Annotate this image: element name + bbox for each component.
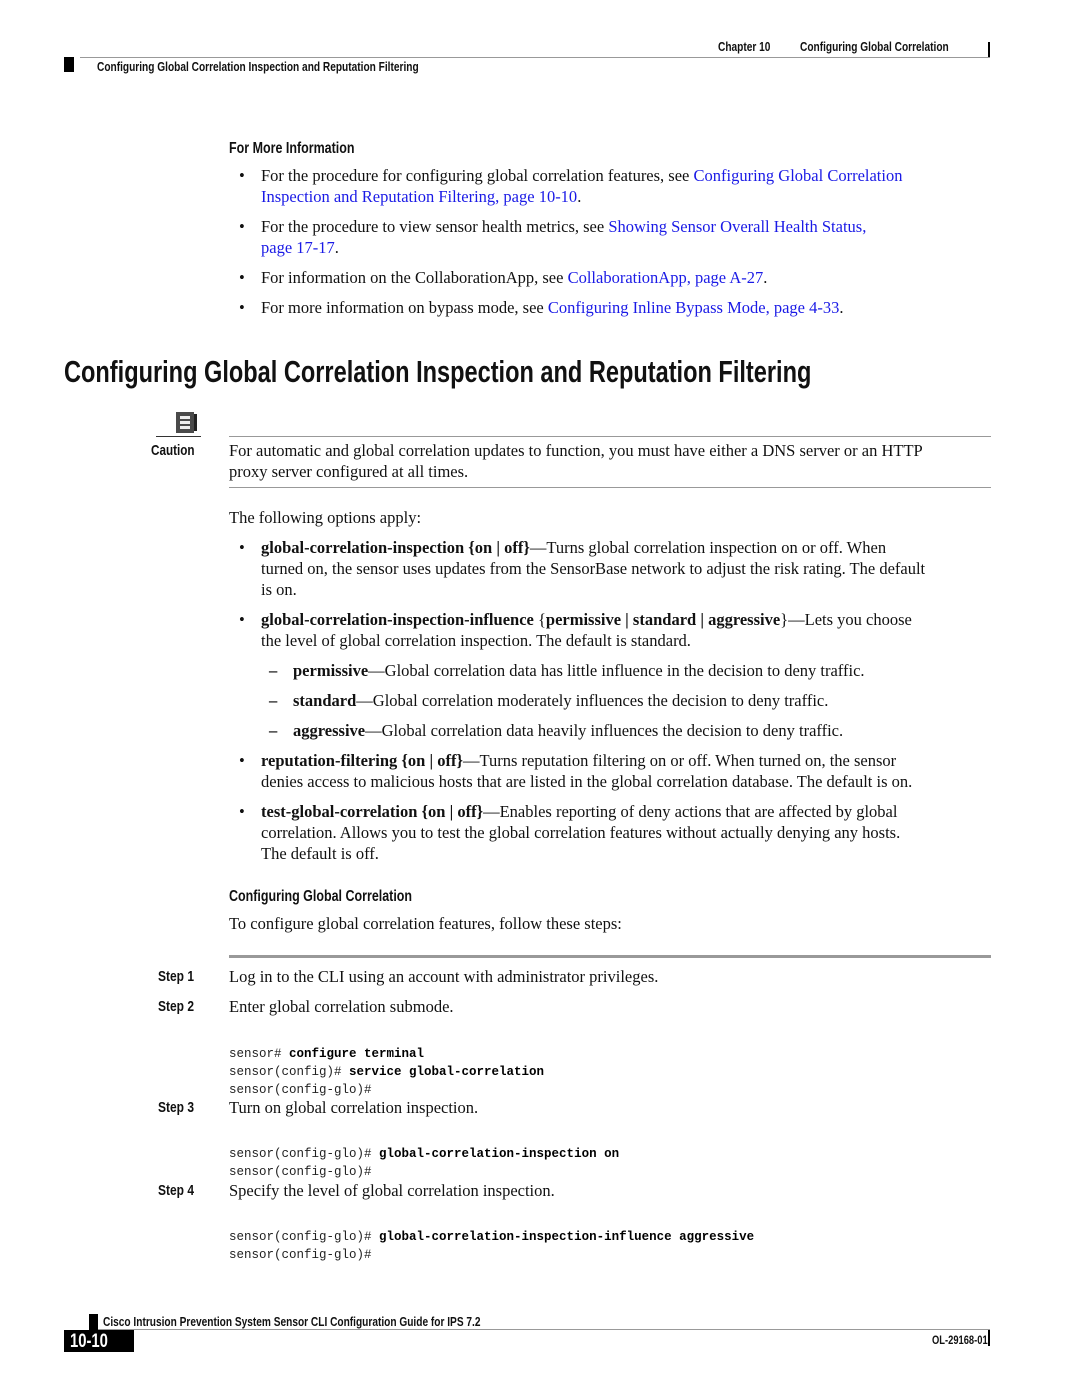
option-command: reputation-filtering {on | off}	[261, 751, 463, 770]
bullet-icon: •	[239, 217, 245, 236]
dash-icon: –	[269, 661, 278, 680]
footer-doc-id: OL-29168-01	[932, 1333, 988, 1347]
link-sensor-health-status-cont[interactable]: page 17-17	[261, 238, 335, 257]
code-line: sensor# configure terminal	[229, 1047, 425, 1061]
bullet-icon: •	[239, 298, 245, 317]
link-inline-bypass-mode[interactable]: Configuring Inline Bypass Mode, page 4-3…	[548, 298, 839, 317]
option-command: test-global-correlation {on | off}	[261, 802, 484, 821]
code-block: sensor(config-glo)# global-correlation-i…	[229, 1210, 754, 1264]
option-sub-item: – permissive—Global correlation data has…	[269, 661, 865, 680]
link-collaborationapp[interactable]: CollaborationApp, page A-27	[568, 268, 764, 287]
more-info-item: • For more information on bypass mode, s…	[239, 298, 844, 317]
more-info-item: • For information on the CollaborationAp…	[239, 268, 768, 287]
step-text: Turn on global correlation inspection.	[229, 1098, 479, 1117]
procedure-intro: To configure global correlation features…	[229, 914, 622, 933]
step-label: Step 1	[158, 968, 195, 985]
link-configuring-global-correlation-cont[interactable]: Inspection and Reputation Filtering, pag…	[261, 187, 577, 206]
option-item: • global-correlation-inspection {on | of…	[239, 538, 926, 599]
code-line: sensor(config-glo)# global-correlation-i…	[229, 1147, 620, 1161]
bullet-icon: •	[239, 538, 245, 557]
caution-text: For automatic and global correlation upd…	[229, 441, 923, 481]
step-text: Log in to the CLI using an account with …	[229, 967, 659, 986]
bullet-icon: •	[239, 268, 245, 287]
step-label: Step 2	[158, 998, 195, 1015]
section-running-title: Configuring Global Correlation Inspectio…	[97, 59, 419, 74]
header-rule-mark	[988, 42, 990, 58]
dash-icon: –	[269, 691, 278, 710]
option-command: global-correlation-inspection-influence	[261, 610, 534, 629]
option-item: • global-correlation-inspection-influenc…	[239, 610, 912, 650]
more-info-item: • For the procedure for configuring glob…	[239, 166, 903, 206]
step-label: Step 3	[158, 1099, 195, 1116]
procedure-rule	[229, 955, 991, 958]
caution-label: Caution	[151, 442, 195, 459]
bullet-icon: •	[239, 166, 245, 185]
caution-icon	[175, 411, 197, 433]
link-configuring-global-correlation[interactable]: Configuring Global Correlation	[694, 166, 903, 185]
options-intro: The following options apply:	[229, 508, 422, 527]
bullet-icon: •	[239, 751, 245, 770]
step-text: Enter global correlation submode.	[229, 997, 454, 1016]
bullet-icon: •	[239, 610, 245, 629]
header-rule	[80, 57, 990, 58]
running-header: Chapter 10 Configuring Global Correlatio…	[0, 0, 1080, 80]
header-block-icon	[64, 57, 74, 72]
option-command: global-correlation-inspection {on | off}	[261, 538, 530, 557]
option-item: • test-global-correlation {on | off}—Ena…	[239, 802, 901, 863]
chapter-title: Configuring Global Correlation	[800, 39, 949, 54]
chapter-label: Chapter 10	[718, 39, 771, 54]
option-item: • reputation-filtering {on | off}—Turns …	[239, 751, 913, 791]
link-sensor-health-status[interactable]: Showing Sensor Overall Health Status,	[608, 217, 866, 236]
footer-rule-mark	[988, 1330, 990, 1346]
code-block: sensor(config-glo)# global-correlation-i…	[229, 1127, 619, 1181]
code-line: sensor(config-glo)#	[229, 1165, 372, 1179]
more-info-item: • For the procedure to view sensor healt…	[239, 217, 867, 257]
bullet-icon: •	[239, 802, 245, 821]
section-heading: Configuring Global Correlation Inspectio…	[64, 354, 812, 389]
step-text: Specify the level of global correlation …	[229, 1181, 555, 1200]
code-line: sensor(config)# service global-correlati…	[229, 1065, 545, 1079]
option-sub-item: – aggressive—Global correlation data hea…	[269, 721, 844, 740]
caution-top-rule	[229, 436, 991, 437]
code-line: sensor(config-glo)#	[229, 1248, 372, 1262]
more-info-heading: For More Information	[229, 140, 355, 157]
caution-icon-rule	[156, 436, 201, 437]
page-number: 10-10	[70, 1331, 108, 1352]
dash-icon: –	[269, 721, 278, 740]
step-label: Step 4	[158, 1182, 195, 1199]
page-number-box: 10-10	[64, 1330, 134, 1352]
caution-bottom-rule	[229, 487, 991, 488]
footer-guide-title: Cisco Intrusion Prevention System Sensor…	[103, 1314, 481, 1329]
code-block: sensor# configure terminal sensor(config…	[229, 1027, 544, 1099]
code-line: sensor(config-glo)# global-correlation-i…	[229, 1230, 755, 1244]
code-line: sensor(config-glo)#	[229, 1083, 372, 1097]
option-sub-item: – standard—Global correlation moderately…	[269, 691, 829, 710]
footer-block-icon	[89, 1314, 98, 1330]
footer-rule	[98, 1329, 990, 1330]
procedure-heading: Configuring Global Correlation	[229, 888, 413, 905]
